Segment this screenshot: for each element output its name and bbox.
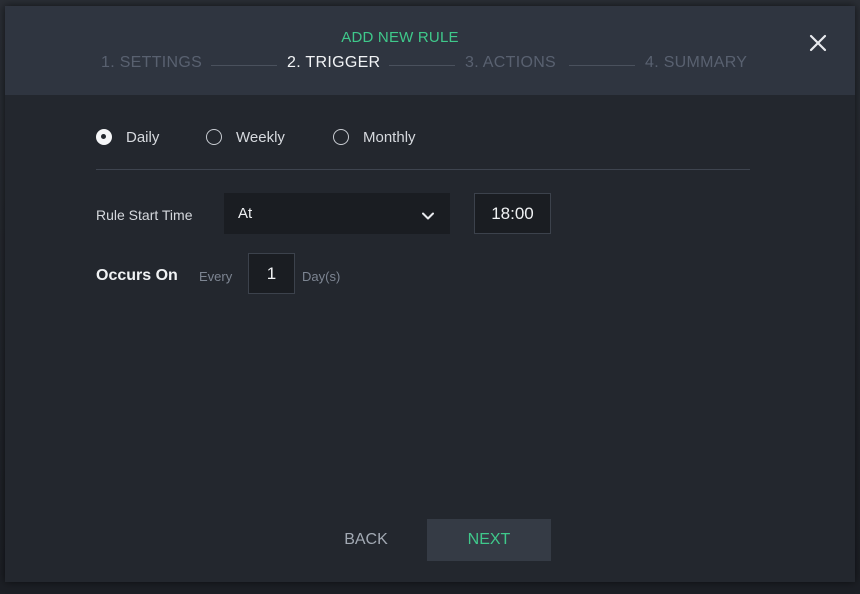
radio-weekly[interactable]: Weekly: [206, 125, 285, 149]
dialog-title: ADD NEW RULE: [341, 29, 459, 46]
back-button[interactable]: BACK: [322, 519, 410, 561]
interval-unit-label: Day(s): [302, 269, 341, 284]
close-icon[interactable]: [805, 30, 831, 56]
start-time-input[interactable]: 18:00: [474, 193, 551, 234]
step-summary[interactable]: 4. SUMMARY: [645, 54, 747, 72]
next-button[interactable]: NEXT: [427, 519, 551, 561]
radio-unchecked-icon: [206, 129, 222, 145]
radio-monthly[interactable]: Monthly: [333, 125, 416, 149]
radio-label: Daily: [126, 128, 160, 146]
occurs-on-label: Occurs On: [96, 267, 178, 284]
radio-unchecked-icon: [333, 129, 349, 145]
step-connector: [389, 65, 455, 66]
add-rule-dialog: ADD NEW RULE 1. SETTINGS 2. TRIGGER 3. A…: [5, 6, 855, 582]
step-actions[interactable]: 3. ACTIONS: [465, 54, 556, 72]
start-time-mode-select[interactable]: At: [224, 193, 450, 234]
wizard-steps: 1. SETTINGS 2. TRIGGER 3. ACTIONS 4. SUM…: [5, 54, 855, 76]
interval-input[interactable]: 1: [248, 253, 295, 294]
step-settings[interactable]: 1. SETTINGS: [101, 54, 202, 72]
step-connector: [569, 65, 635, 66]
divider: [96, 169, 750, 170]
radio-daily[interactable]: Daily: [96, 125, 159, 149]
every-label: Every: [199, 269, 233, 284]
start-time-label: Rule Start Time: [96, 207, 193, 223]
step-trigger[interactable]: 2. TRIGGER: [287, 54, 380, 72]
radio-label: Weekly: [236, 128, 285, 146]
radio-checked-icon: [96, 129, 112, 145]
select-value: At: [238, 205, 253, 222]
radio-label: Monthly: [363, 128, 416, 146]
chevron-down-icon: [422, 208, 434, 226]
dialog-header: ADD NEW RULE 1. SETTINGS 2. TRIGGER 3. A…: [5, 6, 855, 95]
step-connector: [211, 65, 277, 66]
